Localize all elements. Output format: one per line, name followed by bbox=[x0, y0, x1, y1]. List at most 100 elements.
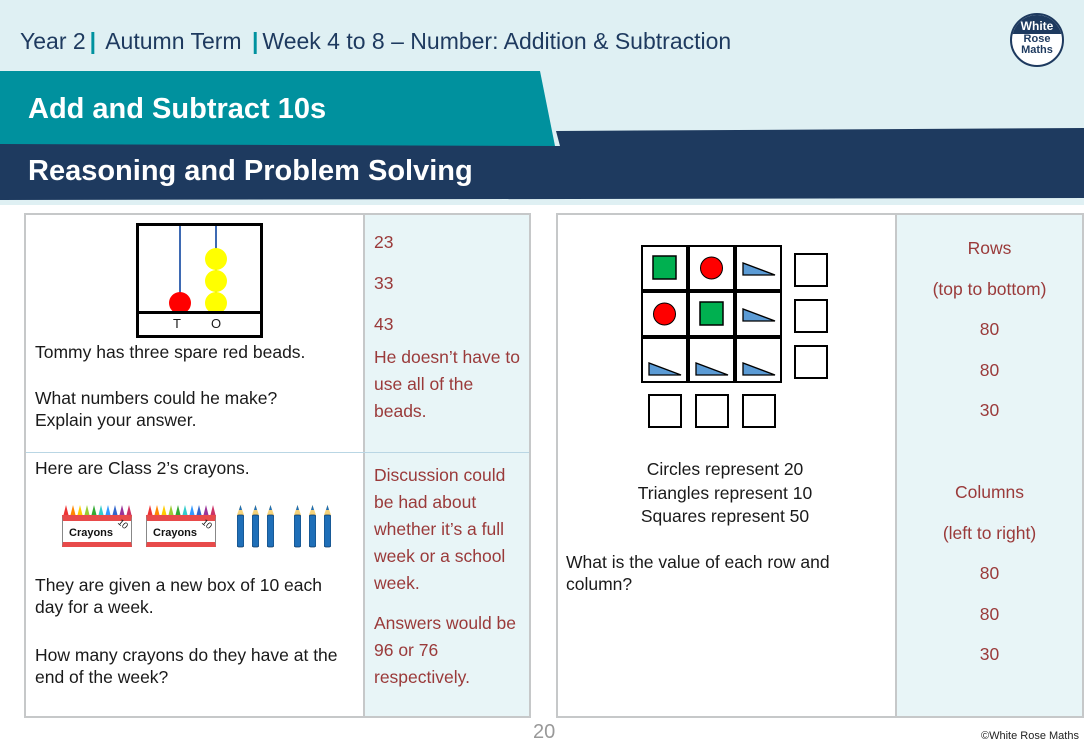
q2-answer-line: whether it’s a full bbox=[374, 519, 505, 539]
q1-text: Tommy has three spare red beads. What nu… bbox=[35, 341, 305, 431]
crayon-box-label: Crayons bbox=[153, 527, 198, 539]
logo-line-3: Maths bbox=[1021, 44, 1053, 56]
q2-line: How many crayons do they have at the bbox=[35, 645, 338, 665]
grid-cell bbox=[641, 337, 688, 383]
page-subtitle: Reasoning and Problem Solving bbox=[28, 155, 473, 187]
q1-answer: 33 bbox=[374, 273, 394, 293]
q2-answer-line: be had about bbox=[374, 492, 477, 512]
breadcrumb: Year 2 | Autumn Term | Week 4 to 8 – Numbe… bbox=[20, 28, 731, 55]
key-triangles: Triangles represent 10 bbox=[637, 482, 813, 503]
grid-cell bbox=[735, 245, 782, 291]
crayon-box-icon: Crayons 10 bbox=[62, 503, 134, 549]
column-answer: 80 bbox=[979, 603, 1000, 624]
breadcrumb-year: Year 2 bbox=[20, 28, 86, 54]
q1-answer: 43 bbox=[374, 314, 394, 334]
question-line: What is the value of each row and bbox=[566, 552, 830, 572]
red-circle-icon bbox=[700, 256, 723, 280]
column-answer-box[interactable] bbox=[742, 394, 776, 428]
key-circles: Circles represent 20 bbox=[646, 459, 804, 479]
crayon-box-count: 10 bbox=[199, 516, 215, 532]
row-answer-box[interactable] bbox=[794, 253, 828, 287]
q1-answer: 23 bbox=[374, 232, 394, 252]
q2-answer-values: Answers would be 96 or 76 respectively. bbox=[374, 610, 516, 691]
tens-label: T bbox=[173, 316, 181, 331]
q2-answer-line: Answers would be bbox=[374, 613, 517, 633]
right-question: What is the value of each row and column… bbox=[566, 551, 830, 595]
q1-answers: 23 33 43 bbox=[374, 222, 393, 345]
blue-crayon-icon bbox=[294, 505, 301, 548]
row-answer: 80 bbox=[979, 319, 1000, 340]
q2-text: They are given a new box of 10 each day … bbox=[35, 574, 338, 688]
q2-answer-discussion: Discussion could be had about whether it… bbox=[374, 462, 505, 597]
column-answer-box[interactable] bbox=[695, 394, 729, 428]
crayon-box: Crayons 10 bbox=[146, 515, 216, 547]
page-number: 20 bbox=[533, 721, 556, 743]
blue-crayon-icon bbox=[252, 505, 259, 548]
q1-line: Explain your answer. bbox=[35, 410, 197, 430]
q2-line: day for a week. bbox=[35, 597, 154, 617]
crayon-box-label: Crayons bbox=[69, 527, 114, 539]
row-answer-box[interactable] bbox=[794, 299, 828, 333]
blue-triangle-icon bbox=[742, 262, 776, 276]
ones-bead bbox=[205, 248, 227, 270]
q2-intro: Here are Class 2’s crayons. bbox=[35, 458, 250, 478]
q1-note-line: He doesn’t have to bbox=[374, 347, 520, 367]
blue-crayon-icon bbox=[309, 505, 316, 548]
q2-answer-line: Discussion could bbox=[374, 465, 506, 485]
abacus-base: T O bbox=[139, 311, 260, 335]
blue-crayon-icon bbox=[267, 505, 274, 548]
grid-cell bbox=[688, 291, 735, 337]
page-title: Add and Subtract 10s bbox=[28, 93, 327, 125]
grid-cell bbox=[735, 337, 782, 383]
rows-label: Rows bbox=[967, 238, 1012, 258]
shape-key: Circles represent 20 Triangles represent… bbox=[600, 458, 850, 529]
green-square-icon bbox=[652, 255, 677, 280]
q2-line: They are given a new box of 10 each bbox=[35, 575, 322, 595]
blue-triangle-icon bbox=[742, 308, 776, 322]
breadcrumb-topic: Week 4 to 8 – Number: Addition & Subtrac… bbox=[262, 28, 732, 54]
q2-answer-line: 96 or 76 bbox=[374, 640, 439, 660]
blue-triangle-icon bbox=[695, 362, 729, 376]
q1-line: What numbers could he make? bbox=[35, 388, 278, 408]
column-answer: 30 bbox=[979, 644, 1000, 665]
column-answer: 80 bbox=[979, 563, 1000, 584]
green-square-icon bbox=[699, 301, 724, 326]
q2-answer-line: respectively. bbox=[374, 667, 470, 687]
copyright: ©White Rose Maths bbox=[981, 730, 1079, 742]
column-answer-box[interactable] bbox=[648, 394, 682, 428]
question-line: column? bbox=[566, 574, 633, 594]
breadcrumb-separator: | bbox=[251, 28, 259, 54]
grid-cell bbox=[641, 245, 688, 291]
ones-label: O bbox=[211, 316, 222, 331]
ones-bead bbox=[205, 270, 227, 292]
blue-triangle-icon bbox=[742, 362, 776, 376]
crayon-box-icon: Crayons 10 bbox=[146, 503, 218, 549]
q1-note: He doesn’t have to use all of the beads. bbox=[374, 344, 520, 425]
columns-label: Columns bbox=[954, 482, 1025, 502]
grid-cell bbox=[641, 291, 688, 337]
q1-line: Tommy has three spare red beads. bbox=[35, 342, 306, 362]
place-value-abacus: T O bbox=[136, 223, 263, 338]
q1-note-line: use all of the bbox=[374, 374, 474, 394]
rows-order: (top to bottom) bbox=[932, 278, 1047, 299]
blue-crayon-icon bbox=[324, 505, 331, 548]
blue-crayon-icon bbox=[237, 505, 244, 548]
row-answer-box[interactable] bbox=[794, 345, 828, 379]
q2-answer-line: week or a school bbox=[374, 546, 506, 566]
rows-answers: Rows (top to bottom) 80 80 30 bbox=[897, 228, 1082, 431]
tens-rod bbox=[179, 226, 181, 296]
breadcrumb-term: Autumn Term bbox=[105, 28, 242, 54]
grid-cell bbox=[735, 291, 782, 337]
blue-triangle-icon bbox=[648, 362, 682, 376]
white-rose-maths-logo: White Rose Maths bbox=[1010, 13, 1064, 67]
key-squares: Squares represent 50 bbox=[640, 506, 810, 526]
red-circle-icon bbox=[653, 302, 676, 326]
q1-note-line: beads. bbox=[374, 401, 427, 421]
grid-cell bbox=[688, 245, 735, 291]
crayon-box-count: 10 bbox=[115, 516, 131, 532]
row-answer: 30 bbox=[979, 400, 1000, 421]
q2-line: end of the week? bbox=[35, 667, 169, 687]
columns-order: (left to right) bbox=[942, 522, 1037, 543]
breadcrumb-separator: | bbox=[89, 28, 97, 54]
columns-answers: Columns (left to right) 80 80 30 bbox=[897, 472, 1082, 675]
